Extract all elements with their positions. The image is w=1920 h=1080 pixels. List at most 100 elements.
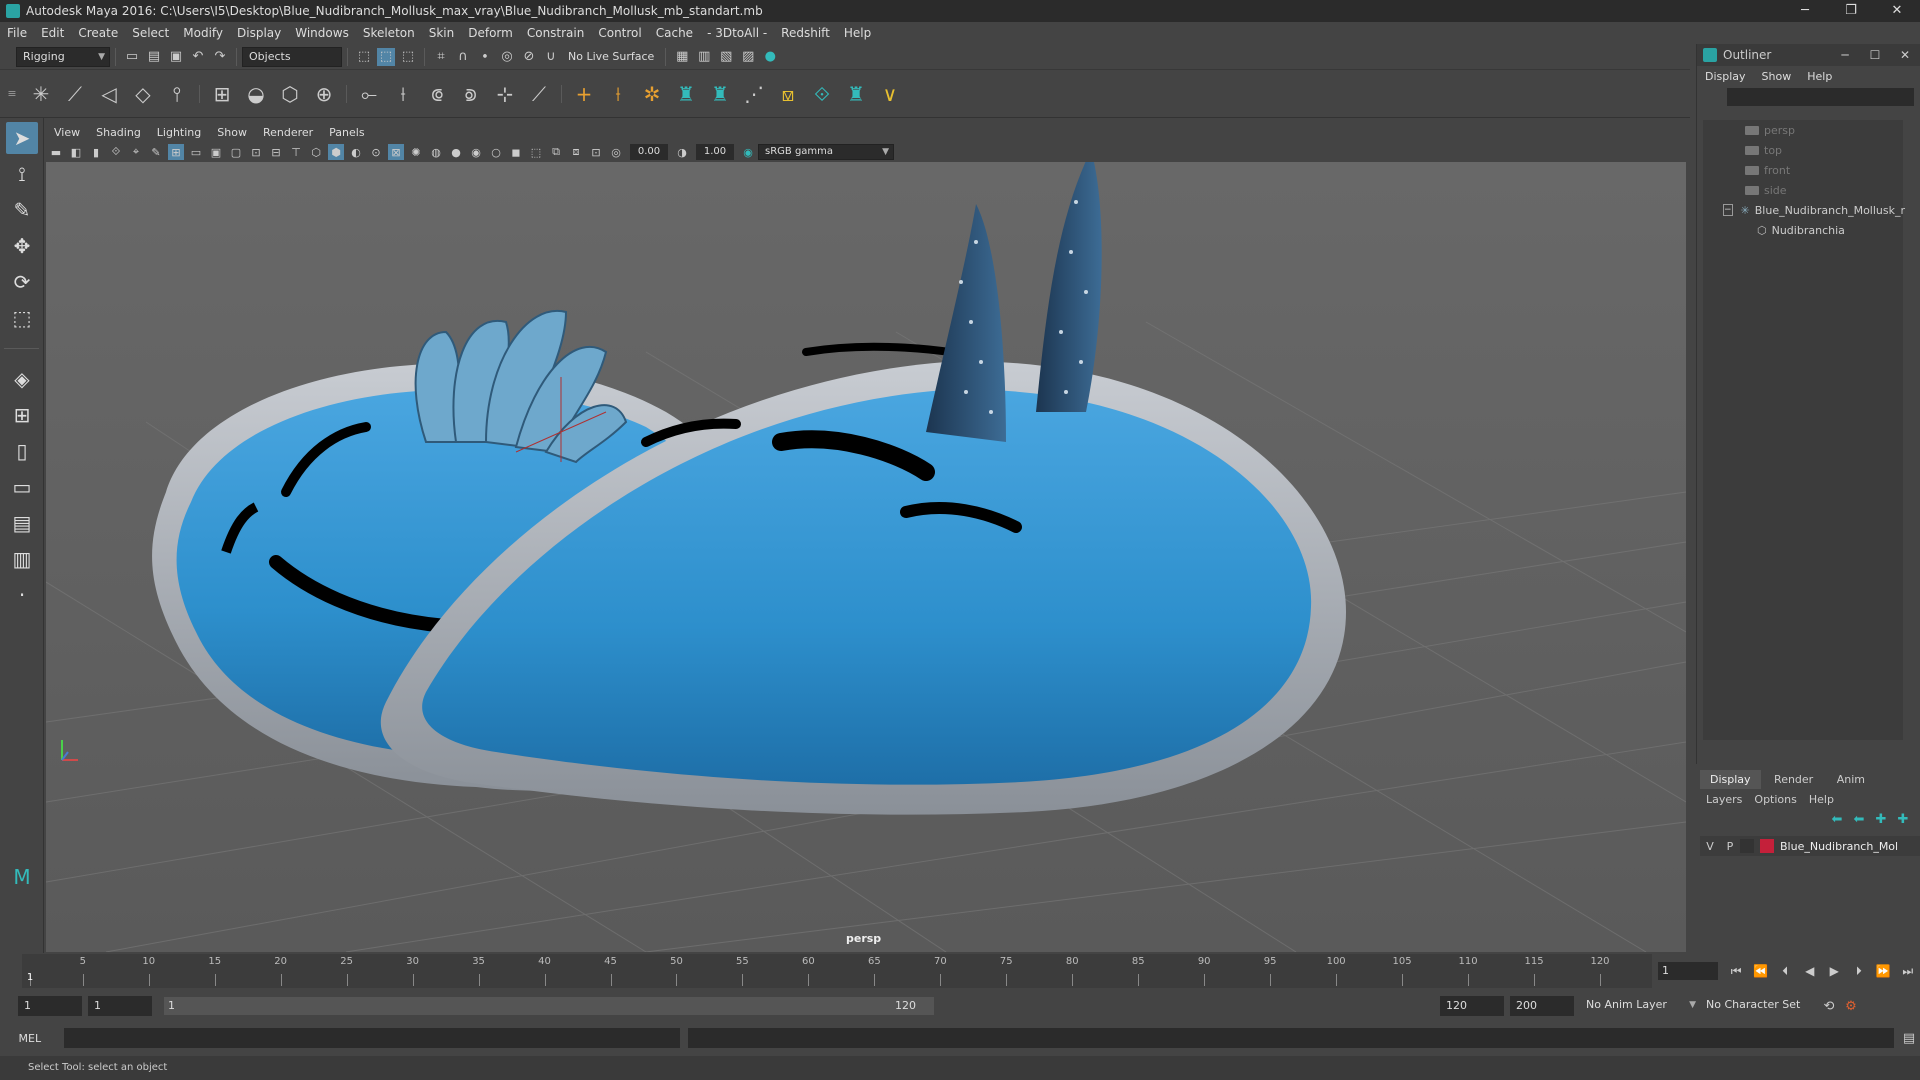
wireframe-icon[interactable]: ⬡ [308, 144, 324, 160]
aim-constraint-icon[interactable]: ⟊ [604, 80, 632, 108]
view-transform-dropdown[interactable]: sRGB gamma ▼ [758, 144, 894, 160]
select-camera-icon[interactable]: ▬ [48, 144, 64, 160]
menu-modify[interactable]: Modify [176, 26, 230, 40]
exposure-icon[interactable]: ◎ [608, 144, 624, 160]
playback-start-field[interactable]: 1 [88, 996, 152, 1016]
select-object-icon[interactable]: ⬚ [377, 47, 395, 66]
detach-skin-icon[interactable]: ⊹ [491, 80, 519, 108]
snap-curve-icon[interactable]: ∩ [454, 48, 472, 66]
collapse-icon[interactable]: · [6, 579, 38, 611]
scale-tool-icon[interactable]: ⬚ [6, 302, 38, 334]
hypershade-layout-icon[interactable]: ▤ [6, 507, 38, 539]
outliner-item-persp[interactable]: persp [1703, 120, 1903, 140]
select-component-icon[interactable]: ⬚ [399, 48, 417, 66]
playback-end-field[interactable]: 120 [1440, 996, 1504, 1016]
script-language-toggle[interactable]: MEL [0, 1032, 60, 1045]
tab-render[interactable]: Render [1764, 770, 1823, 789]
menu-constrain[interactable]: Constrain [520, 26, 592, 40]
snap-view-icon[interactable]: ◎ [498, 48, 516, 66]
undo-icon[interactable]: ↶ [189, 48, 207, 66]
step-back-frame-icon[interactable]: ⏪ [1750, 962, 1771, 980]
outliner-persp-layout-icon[interactable]: ▥ [6, 543, 38, 575]
bind-skin-icon[interactable]: ⟜ [355, 80, 383, 108]
auto-key-icon[interactable]: ⟲ [1820, 997, 1838, 1015]
smooth-bind-icon[interactable]: ⟊ [389, 80, 417, 108]
2d-pan-zoom-icon[interactable]: ⌖ [128, 144, 144, 160]
panel-menu-renderer[interactable]: Renderer [255, 126, 321, 139]
magnet-icon[interactable]: ∪ [542, 48, 560, 66]
paint-select-icon[interactable]: ✎ [6, 194, 38, 226]
depth-of-field-icon[interactable]: ◼ [508, 144, 524, 160]
bookmark-icon[interactable]: ▮ [88, 144, 104, 160]
current-frame-marker[interactable]: 1 [27, 972, 33, 983]
grease-pencil-icon[interactable]: ✎ [148, 144, 164, 160]
step-back-key-icon[interactable]: ⏴ [1775, 962, 1796, 980]
insert-joint-icon[interactable]: ◇ [129, 80, 157, 108]
ik-handle-icon[interactable]: ⟋ [61, 80, 89, 108]
menu-set-dropdown[interactable]: Rigging ▼ [16, 46, 110, 67]
go-to-start-icon[interactable]: ⏮ [1726, 962, 1747, 980]
live-surface-label[interactable]: No Live Surface [562, 50, 660, 63]
menu-control[interactable]: Control [591, 26, 648, 40]
ik-spline-icon[interactable]: ◁ [95, 80, 123, 108]
play-backward-icon[interactable]: ◀ [1799, 962, 1820, 980]
outliner-item-front[interactable]: front [1703, 160, 1903, 180]
menu-skin[interactable]: Skin [422, 26, 462, 40]
point-constraint-icon[interactable]: + [570, 80, 598, 108]
gate-mask-icon[interactable]: ▢ [228, 144, 244, 160]
save-scene-icon[interactable]: ▣ [167, 48, 185, 66]
hypershade-icon[interactable]: ● [761, 48, 779, 66]
single-perspective-layout-icon[interactable]: ◈ [6, 363, 38, 395]
use-all-lights-icon[interactable]: ✺ [408, 144, 424, 160]
move-layer-up-icon[interactable]: ⬅ [1828, 810, 1846, 828]
current-frame-field[interactable]: 1 [1658, 962, 1718, 980]
time-slider[interactable]: 5 10 15 20 25 30 35 40 45 50 55 60 65 70 75 80 85 90 95 100… [22, 954, 1652, 988]
outliner-item-nudibranch-group[interactable]: − ✳ Blue_Nudibranch_Mollusk_r [1703, 200, 1905, 220]
xray-icon[interactable]: ⧉ [548, 144, 564, 160]
menu-cache[interactable]: Cache [649, 26, 700, 40]
redo-icon[interactable]: ↷ [211, 48, 229, 66]
menu-deform[interactable]: Deform [461, 26, 520, 40]
move-layer-down-icon[interactable]: ⬅ [1850, 810, 1868, 828]
anti-aliasing-icon[interactable]: ○ [488, 144, 504, 160]
panel-menu-panels[interactable]: Panels [321, 126, 372, 139]
perspective-viewport[interactable]: persp [46, 162, 1686, 952]
outliner-menu-display[interactable]: Display [1697, 70, 1754, 83]
outliner-item-top[interactable]: top [1703, 140, 1903, 160]
new-layer-selected-icon[interactable]: ✚ [1894, 810, 1912, 828]
xray-joints-icon[interactable]: ⊡ [588, 144, 604, 160]
grid-icon[interactable]: ⊞ [168, 144, 184, 160]
render-view-icon[interactable]: ▦ [673, 48, 691, 66]
motion-blur-icon[interactable]: ◉ [468, 144, 484, 160]
panel-menu-lighting[interactable]: Lighting [149, 126, 209, 139]
layer-menu-layers[interactable]: Layers [1700, 793, 1748, 806]
blend-shape-icon[interactable]: ⟏ [774, 80, 802, 108]
outliner-maximize-button[interactable]: ☐ [1860, 48, 1890, 62]
outliner-close-button[interactable]: ✕ [1890, 48, 1920, 62]
panel-menu-show[interactable]: Show [209, 126, 255, 139]
parent-constraint-icon[interactable]: ♜ [706, 80, 734, 108]
menu-select[interactable]: Select [125, 26, 176, 40]
shadows-icon[interactable]: ◍ [428, 144, 444, 160]
persp-graph-layout-icon[interactable]: ▭ [6, 471, 38, 503]
ipr-render-icon[interactable]: ▧ [717, 48, 735, 66]
textured-icon[interactable]: ⊠ [388, 144, 404, 160]
render-current-icon[interactable]: ▥ [695, 48, 713, 66]
outliner-menu-help[interactable]: Help [1799, 70, 1840, 83]
tab-anim[interactable]: Anim [1827, 770, 1875, 789]
outliner-item-nudibranchia[interactable]: ⬡ Nudibranchia [1703, 220, 1903, 240]
lattice-icon[interactable]: ⊞ [208, 80, 236, 108]
animation-preferences-icon[interactable]: ⚙ [1842, 997, 1860, 1015]
step-forward-key-icon[interactable]: ⏵ [1849, 962, 1870, 980]
layer-menu-help[interactable]: Help [1803, 793, 1840, 806]
minimize-button[interactable]: ─ [1782, 0, 1828, 22]
menu-help[interactable]: Help [837, 26, 878, 40]
outliner-item-side[interactable]: side [1703, 180, 1903, 200]
close-button[interactable]: ✕ [1874, 0, 1920, 22]
joint-tool-icon[interactable]: ✳ [27, 80, 55, 108]
menu-skeleton[interactable]: Skeleton [356, 26, 422, 40]
open-scene-icon[interactable]: ▤ [145, 48, 163, 66]
image-plane-icon[interactable]: ⟐ [108, 144, 124, 160]
new-empty-layer-icon[interactable]: ✚ [1872, 810, 1890, 828]
outliner-menu-show[interactable]: Show [1754, 70, 1800, 83]
